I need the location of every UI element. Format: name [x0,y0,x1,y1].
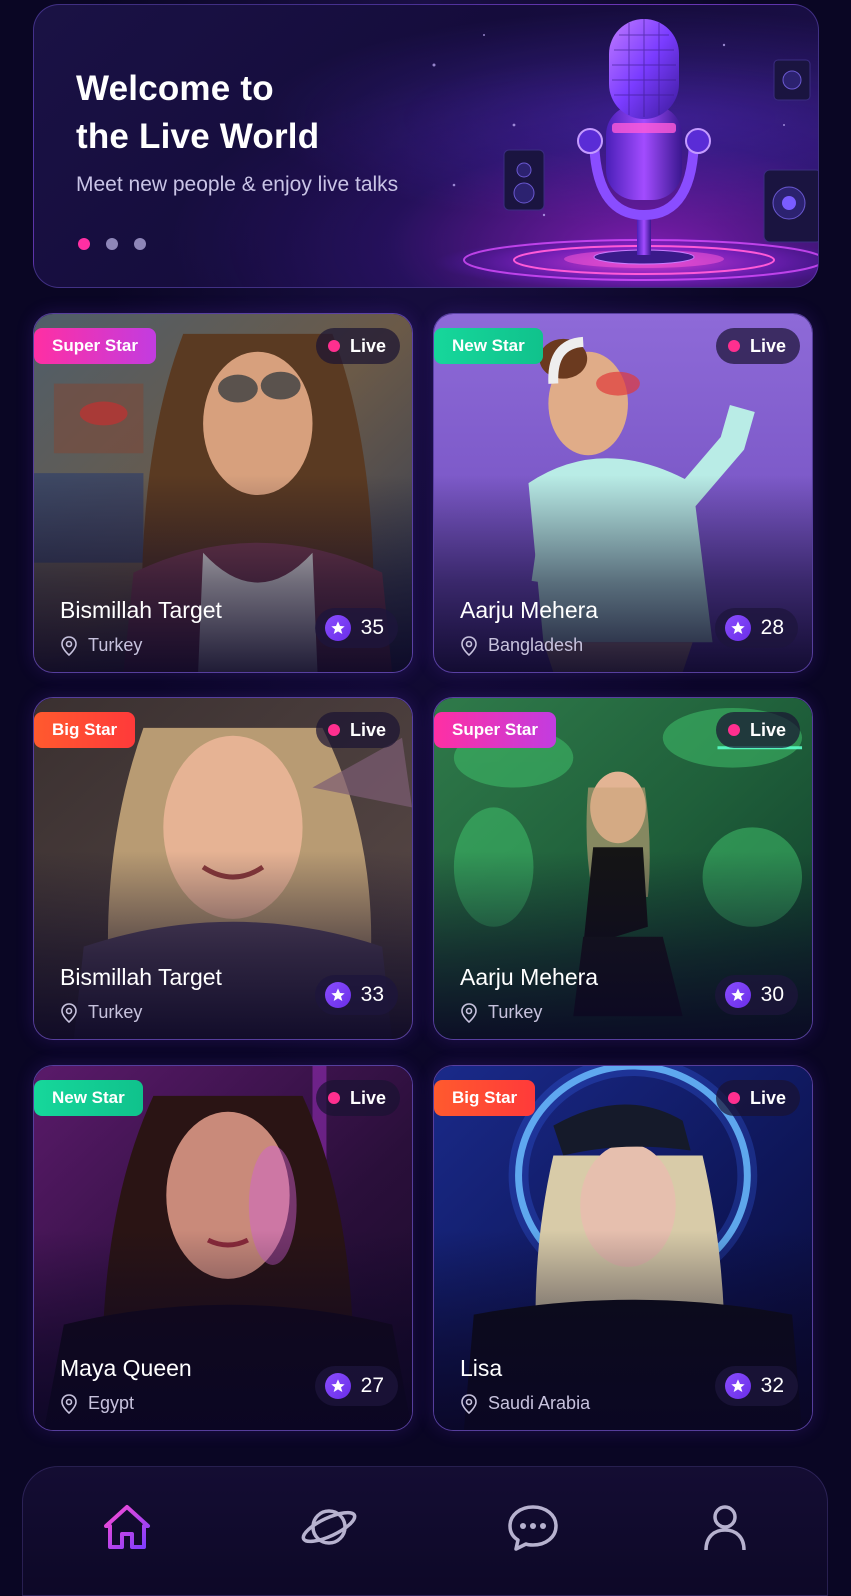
live-label: Live [749,1087,786,1108]
star-icon [324,615,351,641]
streamer-name: Bismillah Target [60,597,222,623]
location-pin-icon [61,1393,77,1414]
live-card[interactable]: Big Star Live Lisa Saudi Arabia 32 [433,1065,813,1431]
live-dot-icon [327,1092,340,1104]
streamer-name: Maya Queen [60,1355,192,1381]
streamer-name: Aarju Mehera [460,597,599,623]
live-dot-icon [327,724,340,736]
rating-value: 27 [360,1374,384,1397]
star-icon [324,982,351,1008]
star-badge: Super Star [434,712,556,748]
streamer-location: Bangladesh [460,635,583,656]
live-card[interactable]: Big Star Live Bismillah Target Turkey 33 [33,697,413,1040]
home-icon [104,1505,150,1549]
live-card[interactable]: Super Star Live Aarju Mehera Turkey 30 [433,697,813,1040]
bottom-navigation [22,1466,828,1596]
nav-home[interactable] [97,1497,157,1557]
rating-value: 35 [360,616,384,639]
live-dot-icon [727,1092,740,1104]
rating-pill: 28 [714,608,798,648]
carousel-dot-1[interactable] [78,238,90,250]
location-text: Saudi Arabia [488,1393,591,1413]
location-text: Turkey [88,635,143,655]
live-indicator: Live [315,328,400,364]
live-label: Live [749,719,786,740]
star-icon [324,1373,351,1399]
location-text: Turkey [88,1002,143,1022]
rating-value: 30 [760,983,784,1006]
microphone-illustration [432,19,818,287]
location-pin-icon [61,635,77,656]
streamer-name: Aarju Mehera [460,964,599,990]
rating-value: 33 [360,983,384,1006]
rating-value: 32 [760,1374,784,1397]
live-card[interactable]: Super Star Live Bismillah Target Turkey … [33,313,413,673]
hero-subtitle: Meet new people & enjoy live talks [76,173,399,196]
star-badge: Big Star [34,712,136,748]
rating-pill: 35 [314,608,398,648]
live-indicator: Live [315,1080,400,1116]
carousel-pagination [78,238,146,250]
streamer-name: Bismillah Target [60,964,222,990]
live-dot-icon [327,340,340,352]
rating-pill: 32 [714,1366,798,1406]
star-badge: New Star [434,328,543,364]
nav-explore[interactable] [299,1497,359,1557]
carousel-dot-3[interactable] [134,238,146,250]
star-badge: Big Star [434,1080,536,1116]
location-text: Turkey [488,1002,543,1022]
live-dot-icon [727,724,740,736]
live-indicator: Live [715,328,800,364]
nav-profile[interactable] [695,1497,755,1557]
live-card[interactable]: New Star Live Maya Queen Egypt 27 [33,1065,413,1431]
live-indicator: Live [315,712,400,748]
live-indicator: Live [715,712,800,748]
live-label: Live [349,335,386,356]
streamer-location: Saudi Arabia [460,1393,590,1414]
location-text: Egypt [88,1393,135,1413]
live-dot-icon [727,340,740,352]
star-icon [724,982,751,1008]
location-pin-icon [461,635,477,656]
location-pin-icon [61,1002,77,1023]
streamer-location: Egypt [60,1393,134,1414]
star-badge: New Star [34,1080,143,1116]
streamer-location: Turkey [460,1002,542,1023]
live-label: Live [349,1087,386,1108]
live-card[interactable]: New Star Live Aarju Mehera Bangladesh 28 [433,313,813,673]
star-icon [724,615,751,641]
rating-pill: 30 [714,975,798,1015]
streamer-name: Lisa [460,1355,503,1381]
hero-banner[interactable]: Welcome to the Live World Meet new peopl… [33,4,819,288]
nav-messages[interactable] [503,1497,563,1557]
streamer-location: Turkey [60,1002,142,1023]
location-pin-icon [461,1393,477,1414]
location-pin-icon [461,1002,477,1023]
rating-pill: 27 [314,1366,398,1406]
rating-value: 28 [760,616,784,639]
planet-icon [301,1509,357,1545]
streamer-location: Turkey [60,635,142,656]
rating-pill: 33 [314,975,398,1015]
star-icon [724,1373,751,1399]
star-badge: Super Star [34,328,156,364]
profile-icon [704,1505,746,1551]
carousel-dot-2[interactable] [106,238,118,250]
live-label: Live [749,335,786,356]
live-label: Live [349,719,386,740]
location-text: Bangladesh [488,635,584,655]
live-indicator: Live [715,1080,800,1116]
chat-icon [508,1505,558,1551]
